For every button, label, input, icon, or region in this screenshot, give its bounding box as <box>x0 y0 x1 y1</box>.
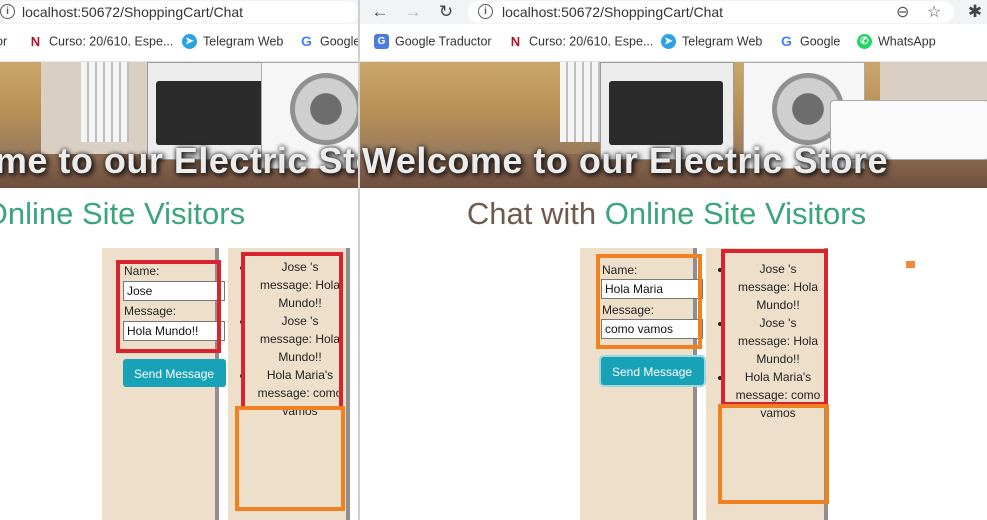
messages-panel: Jose 's message: Hola Mundo!! Jose 's me… <box>228 248 350 520</box>
message-item: Jose 's message: Hola Mundo!! <box>732 260 824 314</box>
name-input[interactable]: Jose <box>123 281 225 301</box>
message-list: Jose 's message: Hola Mundo!! Jose 's me… <box>706 260 824 422</box>
chat-title: Chat with Online Site Visitors <box>0 196 246 231</box>
message-item: Jose 's message: Hola Mundo!! <box>732 314 824 368</box>
browser-window-right: ← → ↻ i localhost:50672/ShoppingCart/Cha… <box>360 0 987 520</box>
name-label: Name: <box>602 263 638 277</box>
browser-window-left: i localhost:50672/ShoppingCart/Chat or N… <box>0 0 358 520</box>
message-item: Hola Maria's message: como vamos <box>732 368 824 422</box>
message-label: Message: <box>602 303 655 317</box>
send-message-button[interactable]: Send Message <box>601 357 704 385</box>
hero-banner: Welcome to our Electric Store <box>360 62 987 188</box>
message-list: Jose 's message: Hola Mundo!! Jose 's me… <box>228 258 346 420</box>
page-viewport: Welcome to our Electric Store Chat with … <box>0 0 358 520</box>
orange-marker <box>906 261 915 268</box>
message-item: Jose 's message: Hola Mundo!! <box>254 258 346 312</box>
name-label: Name: <box>124 264 160 278</box>
chat-form-panel: Name: Hola Maria Message: como vamos Sen… <box>580 248 704 520</box>
message-item: Hola Maria's message: como vamos <box>254 366 346 420</box>
page-viewport: Welcome to our Electric Store Chat with … <box>360 0 987 520</box>
chat-form-panel: Name: Jose Message: Hola Mundo!! Send Me… <box>102 248 226 520</box>
message-item: Jose 's message: Hola Mundo!! <box>254 312 346 366</box>
chat-title: Chat with Online Site Visitors <box>466 196 867 231</box>
name-input[interactable]: Hola Maria <box>601 279 703 299</box>
message-label: Message: <box>124 304 177 318</box>
hero-title: Welcome to our Electric Store <box>0 140 358 181</box>
message-input[interactable]: como vamos <box>601 319 703 339</box>
messages-panel: Jose 's message: Hola Mundo!! Jose 's me… <box>706 248 828 520</box>
send-message-button[interactable]: Send Message <box>123 359 226 387</box>
hero-title: Welcome to our Electric Store <box>362 140 888 181</box>
message-input[interactable]: Hola Mundo!! <box>123 321 225 341</box>
hero-banner: Welcome to our Electric Store <box>0 62 358 188</box>
radiator-image <box>81 62 129 142</box>
